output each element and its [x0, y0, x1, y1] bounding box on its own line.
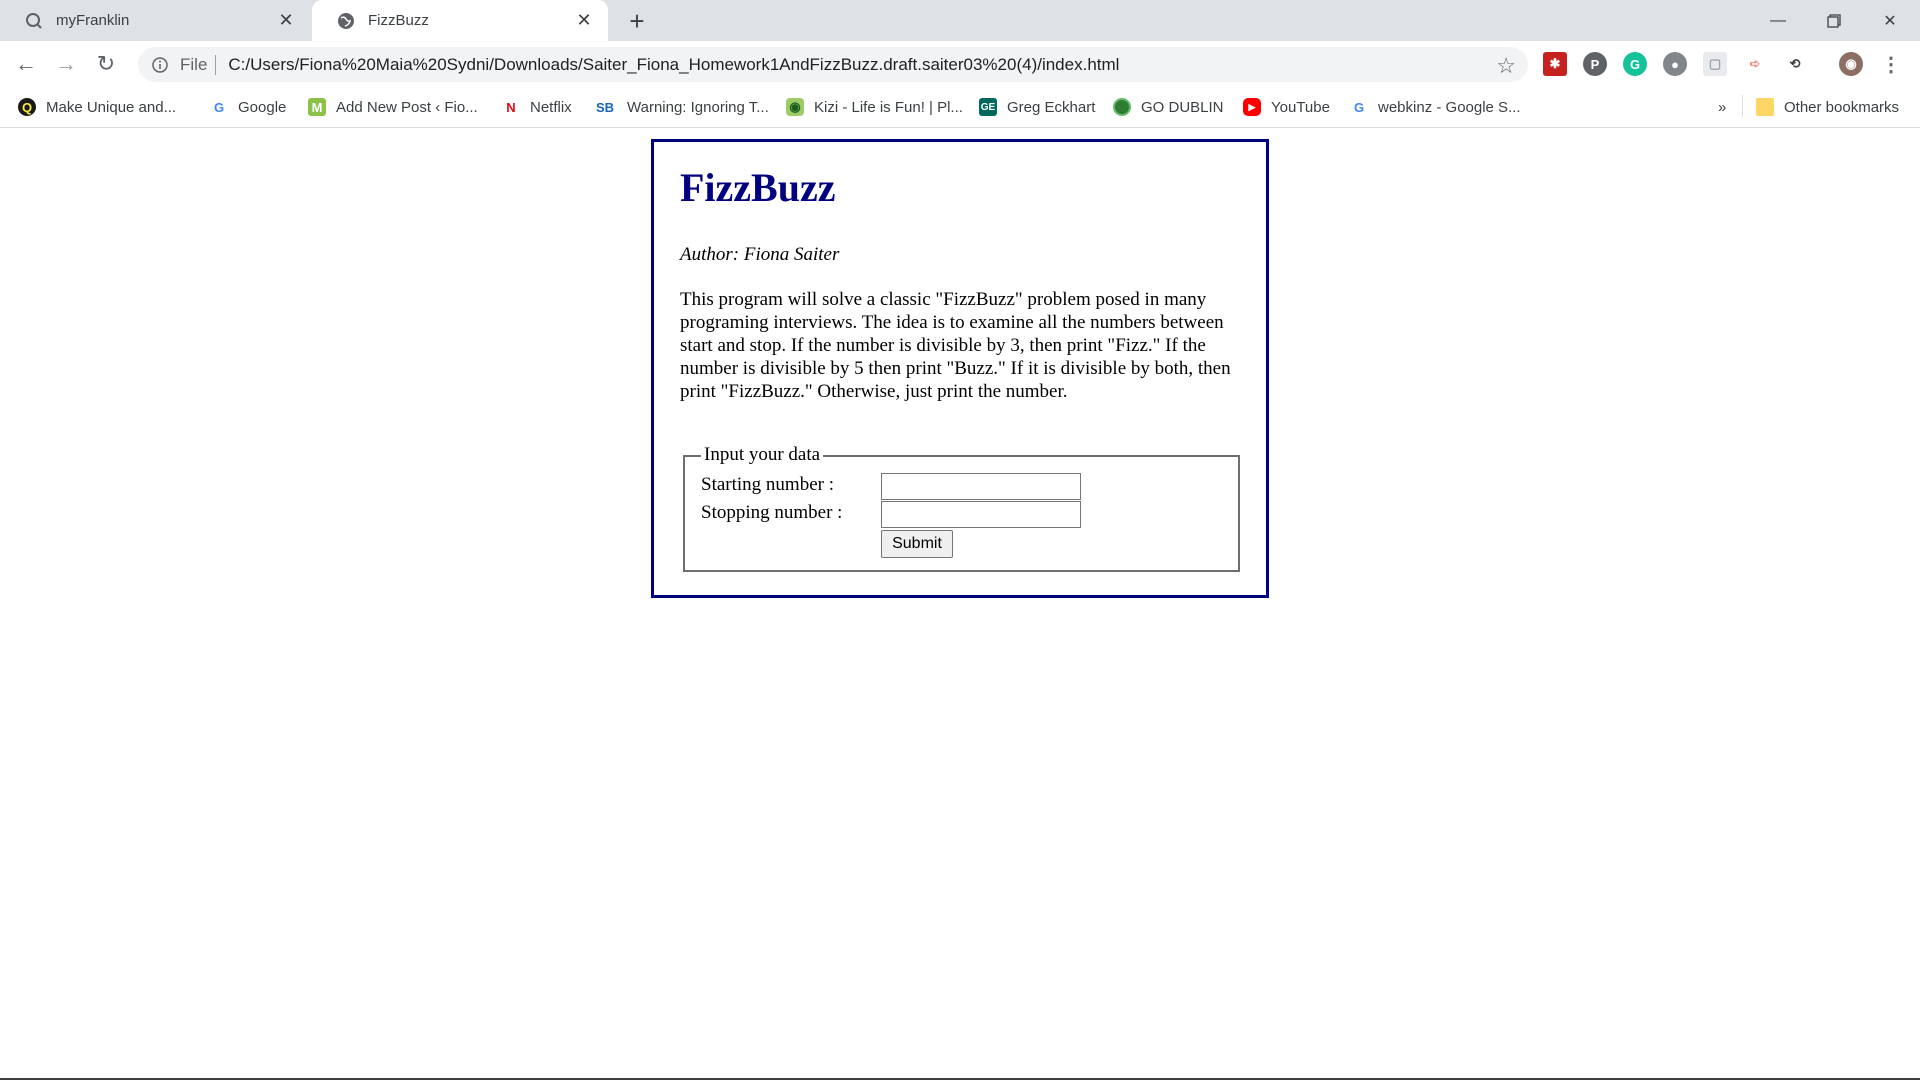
youtube-icon: ▶ [1243, 98, 1261, 116]
stopping-number-label: Stopping number : [701, 502, 843, 523]
browser-toolbar: ← → ↻ File C:/Users/Fiona%20Maia%20Sydni… [0, 41, 1920, 87]
bookmark-item[interactable]: ▶ YouTube [1243, 95, 1330, 119]
bookmark-item[interactable]: G webkinz - Google S... [1350, 95, 1521, 119]
bookmark-star-icon[interactable]: ☆ [1496, 53, 1516, 79]
tab-myfranklin[interactable]: myFranklin ✕ [0, 0, 310, 41]
close-window-icon[interactable]: ✕ [1862, 0, 1918, 41]
green-circle-icon [1113, 98, 1131, 116]
kizi-icon: ◉ [786, 98, 804, 116]
page-title: FizzBuzz [680, 165, 836, 210]
bookmark-label: YouTube [1271, 98, 1330, 116]
profile-avatar[interactable]: ◉ [1839, 52, 1863, 76]
minimize-icon[interactable]: — [1750, 0, 1806, 41]
bookmark-item[interactable]: GO DUBLIN [1113, 95, 1224, 119]
close-tab-icon[interactable]: ✕ [570, 7, 598, 35]
extension-circle-icon[interactable]: ● [1663, 52, 1687, 76]
extension-sync-icon[interactable]: ⟲ [1783, 52, 1807, 76]
author-line: Author: Fiona Saiter [680, 244, 840, 265]
menu-kebab-icon[interactable]: ⋮ [1879, 52, 1903, 76]
fizzbuzz-card: FizzBuzz Author: Fiona Saiter This progr… [651, 139, 1269, 598]
bookmark-label: Google [238, 98, 287, 116]
myfranklin-favicon-icon [24, 11, 44, 31]
info-icon[interactable] [150, 55, 170, 75]
url-text[interactable]: C:/Users/Fiona%20Maia%20Sydni/Downloads/… [228, 55, 1119, 75]
bookmark-item[interactable]: Q Make Unique and... [18, 95, 176, 119]
tab-fizzbuzz[interactable]: FizzBuzz ✕ [312, 0, 608, 41]
bookmark-label: Kizi - Life is Fun! | Pl... [814, 98, 963, 116]
pinterest-icon[interactable]: P [1583, 52, 1607, 76]
netflix-icon: N [506, 99, 516, 115]
bookmark-item[interactable]: ◉ Kizi - Life is Fun! | Pl... [786, 95, 963, 119]
globe-icon [336, 11, 356, 31]
other-bookmarks[interactable]: Other bookmarks [1756, 95, 1899, 119]
m-icon: M [308, 98, 326, 116]
bookmark-label: Make Unique and... [46, 98, 177, 116]
restore-icon[interactable] [1806, 0, 1862, 41]
input-fieldset: Input your data Starting number : Stoppi… [683, 444, 1240, 572]
bookmark-item[interactable]: SB Warning: Ignoring T... [593, 95, 769, 119]
submit-button[interactable]: Submit [881, 530, 953, 558]
bookmarks-bar: Q Make Unique and... G Google M Add New … [0, 87, 1920, 128]
bookmark-item[interactable]: M Add New Post ‹ Fio... [308, 95, 478, 119]
bookmark-label: Add New Post ‹ Fio... [336, 98, 478, 116]
sb-icon: SB [595, 99, 615, 115]
starting-number-input[interactable] [881, 473, 1081, 500]
scheme-label: File [180, 54, 208, 74]
bookmark-label: webkinz - Google S... [1378, 98, 1521, 116]
quizlet-icon: Q [18, 98, 36, 116]
bookmark-item[interactable]: GE Greg Eckhart [979, 95, 1095, 119]
tab-title: FizzBuzz [368, 12, 429, 29]
bookmark-label: GO DUBLIN [1141, 98, 1224, 116]
divider [1742, 95, 1743, 117]
extension-square-icon[interactable]: ▢ [1703, 52, 1727, 76]
stopping-number-input[interactable] [881, 501, 1081, 528]
google-icon: G [1353, 99, 1365, 115]
close-tab-icon[interactable]: ✕ [272, 7, 300, 35]
description-paragraph: This program will solve a classic "FizzB… [680, 289, 1231, 402]
google-icon: G [213, 99, 225, 115]
bookmarks-overflow-button[interactable]: » [1718, 95, 1726, 119]
tab-title: myFranklin [56, 12, 130, 29]
bookmark-label: Warning: Ignoring T... [627, 98, 769, 116]
back-icon[interactable]: ← [10, 48, 42, 80]
divider [215, 54, 217, 75]
tab-strip: myFranklin ✕ FizzBuzz ✕ + — ✕ [0, 0, 1920, 41]
fieldset-legend: Input your data [701, 444, 824, 466]
extension-red-icon[interactable]: ✱ [1543, 52, 1567, 76]
extension-arrow-icon[interactable]: ➪ [1743, 52, 1767, 76]
other-bookmarks-label: Other bookmarks [1784, 98, 1900, 116]
folder-icon [1756, 98, 1774, 116]
grammarly-icon[interactable]: G [1623, 52, 1647, 76]
starting-number-label: Starting number : [701, 474, 834, 495]
chevron-double-icon: » [1718, 98, 1727, 116]
bookmark-label: Greg Eckhart [1007, 98, 1096, 116]
reload-icon[interactable]: ↻ [90, 48, 122, 80]
address-bar[interactable]: File C:/Users/Fiona%20Maia%20Sydni/Downl… [138, 47, 1528, 82]
bookmark-item[interactable]: N Netflix [502, 95, 572, 119]
page-content: FizzBuzz Author: Fiona Saiter This progr… [0, 128, 1920, 1080]
forward-icon[interactable]: → [50, 48, 82, 80]
new-tab-button[interactable]: + [622, 6, 652, 36]
ge-icon: GE [979, 98, 997, 116]
bookmark-label: Netflix [530, 98, 572, 116]
bookmark-item[interactable]: G Google [210, 95, 286, 119]
